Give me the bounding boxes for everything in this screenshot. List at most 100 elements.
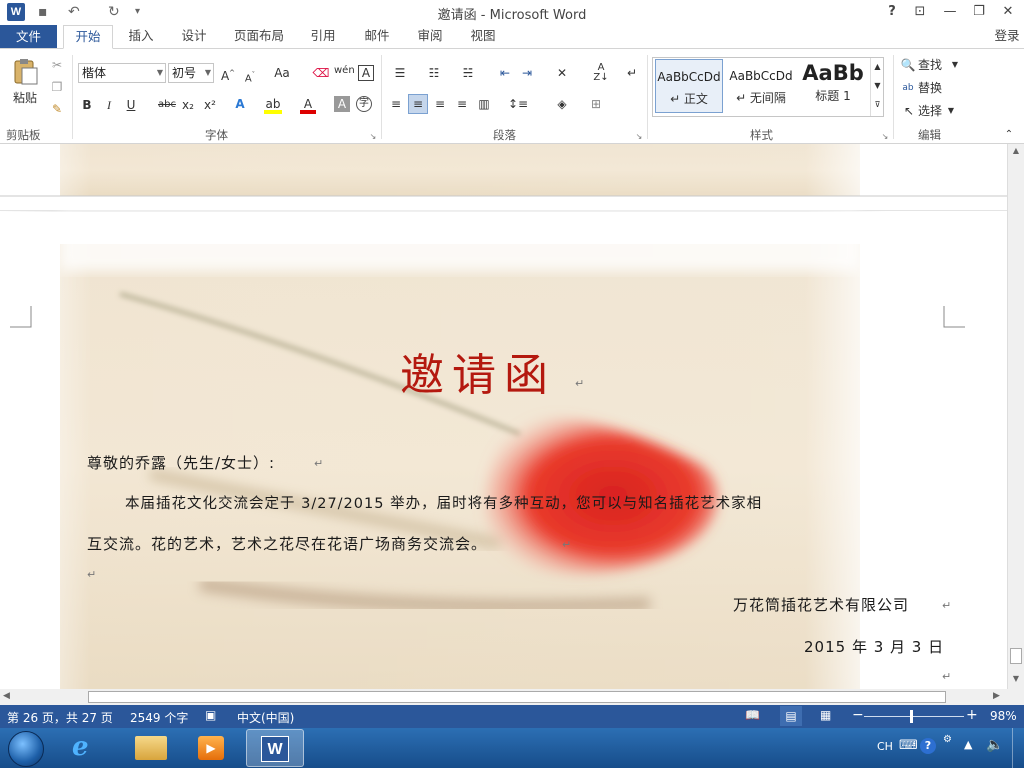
print-layout-icon[interactable]: ▤ xyxy=(780,706,802,726)
align-right-icon[interactable]: ≡ xyxy=(432,96,448,112)
bold-button[interactable]: B xyxy=(80,97,94,113)
file-explorer-icon[interactable] xyxy=(135,736,167,760)
internet-explorer-icon[interactable]: e xyxy=(72,732,89,762)
media-player-icon[interactable]: ▶ xyxy=(198,736,224,760)
minimize-button[interactable]: — xyxy=(938,3,962,21)
justify-icon[interactable]: ≡ xyxy=(454,96,470,112)
tab-design[interactable]: 设计 xyxy=(171,25,217,49)
strikethrough-button[interactable]: abc xyxy=(156,97,178,113)
zoom-slider[interactable] xyxy=(864,716,964,717)
format-painter-icon[interactable]: ✎ xyxy=(48,101,66,117)
styles-scroll-down-icon[interactable]: ▼ xyxy=(870,77,884,96)
font-name-select[interactable]: 楷体 ▼ xyxy=(78,63,166,83)
zoom-out-icon[interactable]: − xyxy=(852,707,864,723)
enclose-characters-icon[interactable]: 字 xyxy=(356,96,372,112)
vertical-scrollbar[interactable]: ▲ ▼ xyxy=(1007,144,1024,689)
scroll-left-icon[interactable]: ◀ xyxy=(3,691,10,701)
tab-home[interactable]: 开始 xyxy=(63,25,113,49)
find-icon[interactable]: 🔍 xyxy=(900,57,916,73)
style-normal[interactable]: AaBbCcDd ↵ 正文 xyxy=(655,59,723,113)
show-hide-marks-icon[interactable]: ↵ xyxy=(624,65,640,81)
text-effects-icon[interactable]: A xyxy=(232,96,248,112)
phonetic-guide-icon[interactable]: wén xyxy=(334,63,355,79)
page-count[interactable]: 第 26 页，共 27 页 xyxy=(7,709,113,726)
highlight-icon[interactable]: ab xyxy=(264,96,282,114)
help-button[interactable]: ? xyxy=(880,3,904,21)
input-language-indicator[interactable]: CH xyxy=(877,740,893,753)
grow-font-icon[interactable]: A^ xyxy=(220,65,236,84)
show-hidden-icons-icon[interactable]: ▲ xyxy=(964,738,972,751)
help-tray-icon[interactable]: ? xyxy=(920,738,936,754)
numbering-icon[interactable]: ☷ xyxy=(422,65,446,81)
find-dropdown-icon[interactable]: ▼ xyxy=(950,57,960,73)
select-icon[interactable]: ↖ xyxy=(902,103,916,119)
paste-icon[interactable] xyxy=(8,57,42,87)
horizontal-scrollbar[interactable]: ◀ ▶ xyxy=(0,689,1007,705)
web-layout-icon[interactable]: ▦ xyxy=(820,708,831,722)
volume-icon[interactable]: 🔈 xyxy=(986,737,1003,753)
tab-view[interactable]: 视图 xyxy=(460,25,506,49)
zoom-level[interactable]: 98% xyxy=(990,709,1017,723)
chinese-layout-icon[interactable]: ✕ xyxy=(550,65,574,81)
decrease-indent-icon[interactable]: ⇤ xyxy=(496,65,514,81)
styles-dialog-launcher-icon[interactable]: ↘ xyxy=(880,129,890,145)
paste-button[interactable]: 粘贴 xyxy=(8,90,42,106)
clear-formatting-icon[interactable]: ⌫ xyxy=(312,65,330,81)
underline-button[interactable]: U xyxy=(124,97,138,113)
tab-mailings[interactable]: 邮件 xyxy=(354,25,400,49)
zoom-in-icon[interactable]: + xyxy=(966,707,978,723)
tab-file[interactable]: 文件 xyxy=(0,25,57,49)
cut-icon[interactable]: ✂ xyxy=(48,57,66,73)
horizontal-scroll-thumb[interactable] xyxy=(88,691,946,703)
character-border-icon[interactable]: A xyxy=(358,65,374,81)
scroll-right-icon[interactable]: ▶ xyxy=(993,691,1000,701)
align-left-icon[interactable]: ≡ xyxy=(388,96,404,112)
tray-options-icon[interactable]: ⚙ xyxy=(943,734,952,745)
sort-icon[interactable]: A Z↓ xyxy=(592,63,610,83)
character-shading-icon[interactable]: A xyxy=(334,96,350,112)
ribbon-display-options-button[interactable]: ⊡ xyxy=(908,3,932,21)
font-dialog-launcher-icon[interactable]: ↘ xyxy=(368,129,378,145)
tab-review[interactable]: 审阅 xyxy=(407,25,453,49)
style-heading-1[interactable]: AaBb 标题 1 xyxy=(800,59,866,113)
italic-button[interactable]: I xyxy=(102,97,116,113)
replace-button[interactable]: 替换 xyxy=(918,80,948,96)
collapse-ribbon-icon[interactable]: ⌃ xyxy=(1002,127,1016,143)
font-color-icon[interactable]: A xyxy=(300,96,316,114)
bullets-icon[interactable]: ☰ xyxy=(388,65,412,81)
tab-references[interactable]: 引用 xyxy=(300,25,346,49)
read-mode-icon[interactable]: 📖 xyxy=(745,708,760,722)
superscript-button[interactable]: x² xyxy=(202,97,218,113)
styles-scroll-up-icon[interactable]: ▲ xyxy=(870,58,884,77)
distributed-icon[interactable]: ▥ xyxy=(476,96,492,112)
tab-insert[interactable]: 插入 xyxy=(118,25,164,49)
styles-more-icon[interactable]: ⊽ xyxy=(870,96,884,116)
font-size-select[interactable]: 初号 ▼ xyxy=(168,63,214,83)
increase-indent-icon[interactable]: ⇥ xyxy=(518,65,536,81)
keyboard-icon[interactable]: ⌨ xyxy=(899,738,918,753)
word-taskbar-button[interactable]: W xyxy=(246,729,304,767)
restore-button[interactable]: ❐ xyxy=(967,3,991,21)
select-dropdown-icon[interactable]: ▼ xyxy=(946,103,956,119)
vertical-scroll-thumb[interactable] xyxy=(1010,648,1022,664)
proofing-icon[interactable]: ▣ xyxy=(205,708,216,722)
shrink-font-icon[interactable]: Aˇ xyxy=(242,67,258,87)
borders-icon[interactable]: ⊞ xyxy=(584,96,608,112)
select-button[interactable]: 选择 xyxy=(918,103,948,119)
replace-icon[interactable]: ab xyxy=(900,80,916,96)
shading-icon[interactable]: ◈ xyxy=(550,96,574,112)
line-spacing-icon[interactable]: ↕≡ xyxy=(506,96,530,112)
align-center-icon[interactable]: ≡ xyxy=(408,94,428,114)
tab-page-layout[interactable]: 页面布局 xyxy=(226,25,292,49)
copy-icon[interactable]: ❐ xyxy=(48,79,66,95)
login-link[interactable]: 登录 xyxy=(990,25,1024,49)
word-count[interactable]: 2549 个字 xyxy=(130,709,188,726)
start-button-icon[interactable] xyxy=(8,731,44,767)
close-button[interactable]: ✕ xyxy=(996,3,1020,21)
scroll-up-icon[interactable]: ▲ xyxy=(1010,146,1022,158)
find-button[interactable]: 查找 xyxy=(918,57,948,73)
show-desktop-button[interactable] xyxy=(1012,728,1024,768)
language-status[interactable]: 中文(中国) xyxy=(237,709,294,726)
change-case-icon[interactable]: Aa xyxy=(270,65,294,81)
scroll-down-icon[interactable]: ▼ xyxy=(1010,674,1022,686)
